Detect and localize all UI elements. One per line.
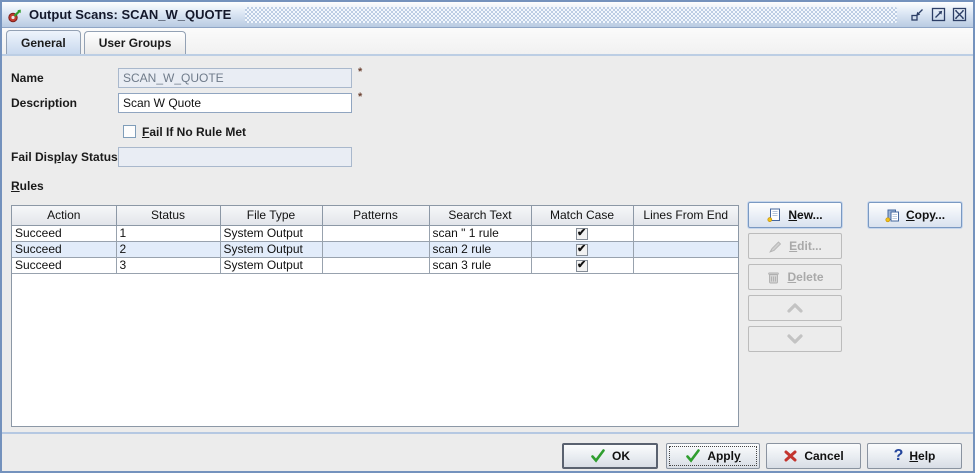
fail-if-no-rule-met-label: Fail If No Rule Met [142,124,247,139]
pencil-icon [769,240,782,253]
name-label: Name [11,71,44,85]
column-header-search-text[interactable]: Search Text [429,206,532,226]
maximize-button[interactable] [930,6,947,23]
app-icon [7,7,23,23]
match-case-checkbox [576,258,588,272]
column-header-file-type[interactable]: File Type [220,206,323,226]
green-check-icon [686,449,701,463]
general-tab-panel: Name * Description * Fail If No Rule Met… [2,54,973,434]
chevron-up-icon [787,303,803,313]
chevron-down-icon [787,334,803,344]
new-document-icon [767,208,781,222]
titlebar-texture [245,6,897,23]
rules-table: Action Status File Type Patterns Search … [11,205,739,427]
move-up-button [748,295,842,321]
tab-bar: General User Groups [2,28,973,54]
column-header-patterns[interactable]: Patterns [322,206,430,226]
trash-icon [768,271,780,283]
help-button[interactable]: ? Help [867,443,962,469]
rules-section-label: Rules [11,179,44,193]
match-case-checkbox [576,226,588,240]
copy-button[interactable]: Copy... [868,202,962,228]
table-row[interactable]: Succeed 3 System Output scan 3 rule [12,257,738,274]
column-header-action[interactable]: Action [12,206,117,226]
description-required-marker: * [358,91,363,103]
footer-button-bar: OK Apply Cancel ? Help [2,434,973,471]
tab-user-groups[interactable]: User Groups [83,31,187,54]
ok-button[interactable]: OK [562,443,658,469]
column-header-lines-from-end[interactable]: Lines From End [633,206,738,226]
table-row[interactable]: Succeed 2 System Output scan 2 rule [12,241,738,258]
name-required-marker: * [358,66,363,78]
tab-general[interactable]: General [6,30,81,54]
column-header-status[interactable]: Status [116,206,221,226]
table-header-row: Action Status File Type Patterns Search … [12,206,738,226]
apply-button[interactable]: Apply [666,443,760,469]
output-scans-dialog: Output Scans: SCAN_W_QUOTE General User … [0,0,975,473]
description-field[interactable] [118,93,352,113]
description-label: Description [11,96,78,110]
move-down-button [748,326,842,352]
close-button[interactable] [951,6,968,23]
minimize-button[interactable] [909,6,926,23]
table-row[interactable]: Succeed 1 System Output scan " 1 rule [12,225,738,242]
fail-if-no-rule-met-checkbox[interactable] [123,125,136,139]
name-field [118,68,352,88]
match-case-checkbox [576,242,588,256]
green-check-icon [591,449,605,463]
fail-display-status-field [118,147,352,167]
edit-button: Edit... [748,233,842,259]
cancel-button[interactable]: Cancel [766,443,861,469]
copy-icon [885,209,899,222]
red-x-icon [784,450,797,462]
column-header-match-case[interactable]: Match Case [531,206,634,226]
question-mark-icon: ? [893,447,904,464]
title-bar: Output Scans: SCAN_W_QUOTE [2,2,973,28]
fail-display-status-label: Fail Display Status [11,150,118,164]
window-title: Output Scans: SCAN_W_QUOTE [29,7,232,22]
delete-button: Delete [748,264,842,290]
new-button[interactable]: New... [748,202,842,228]
